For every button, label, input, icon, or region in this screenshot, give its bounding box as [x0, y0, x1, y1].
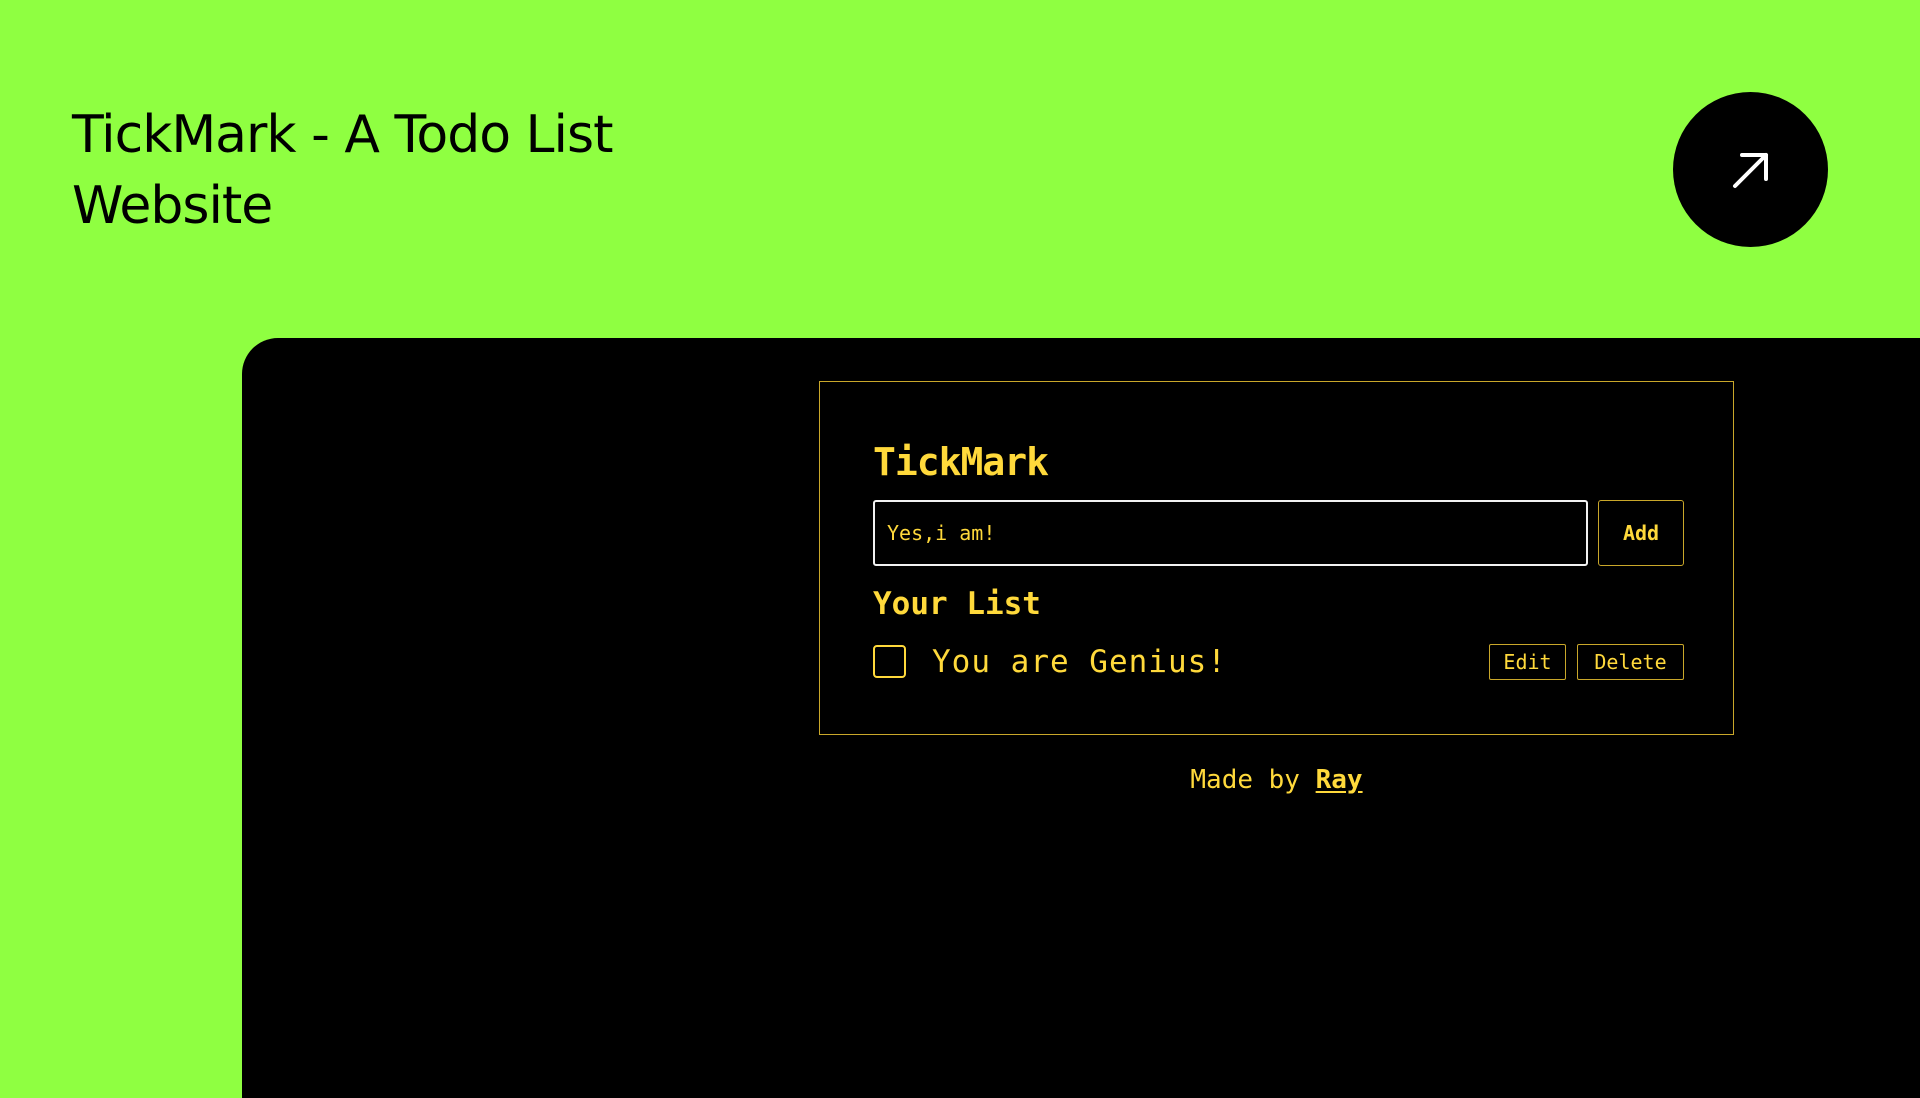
add-button[interactable]: Add — [1598, 500, 1684, 566]
task-input[interactable] — [873, 500, 1588, 566]
todo-item: You are Genius! Edit Delete — [873, 642, 1684, 682]
author-link[interactable]: Ray — [1316, 765, 1363, 795]
edit-button[interactable]: Edit — [1489, 644, 1566, 680]
website-preview: TickMark Add Your List You are Genius! E… — [242, 338, 1920, 1098]
list-heading: Your List — [873, 586, 1041, 622]
page-headline: TickMark - A Todo List Website — [72, 100, 712, 242]
app-title: TickMark — [873, 440, 1049, 484]
footer-credit: Made by Ray — [819, 763, 1734, 797]
headline-line-1: TickMark - A Todo List — [72, 105, 613, 165]
todo-text: You are Genius! — [932, 644, 1227, 680]
credit-prefix: Made by — [1190, 765, 1300, 795]
open-project-button[interactable] — [1673, 92, 1828, 247]
headline-line-2: Website — [72, 176, 273, 236]
arrow-up-right-icon — [1732, 152, 1768, 188]
delete-button[interactable]: Delete — [1577, 644, 1684, 680]
todo-checkbox[interactable] — [873, 645, 906, 678]
todo-app-card: TickMark Add Your List You are Genius! E… — [819, 381, 1734, 735]
